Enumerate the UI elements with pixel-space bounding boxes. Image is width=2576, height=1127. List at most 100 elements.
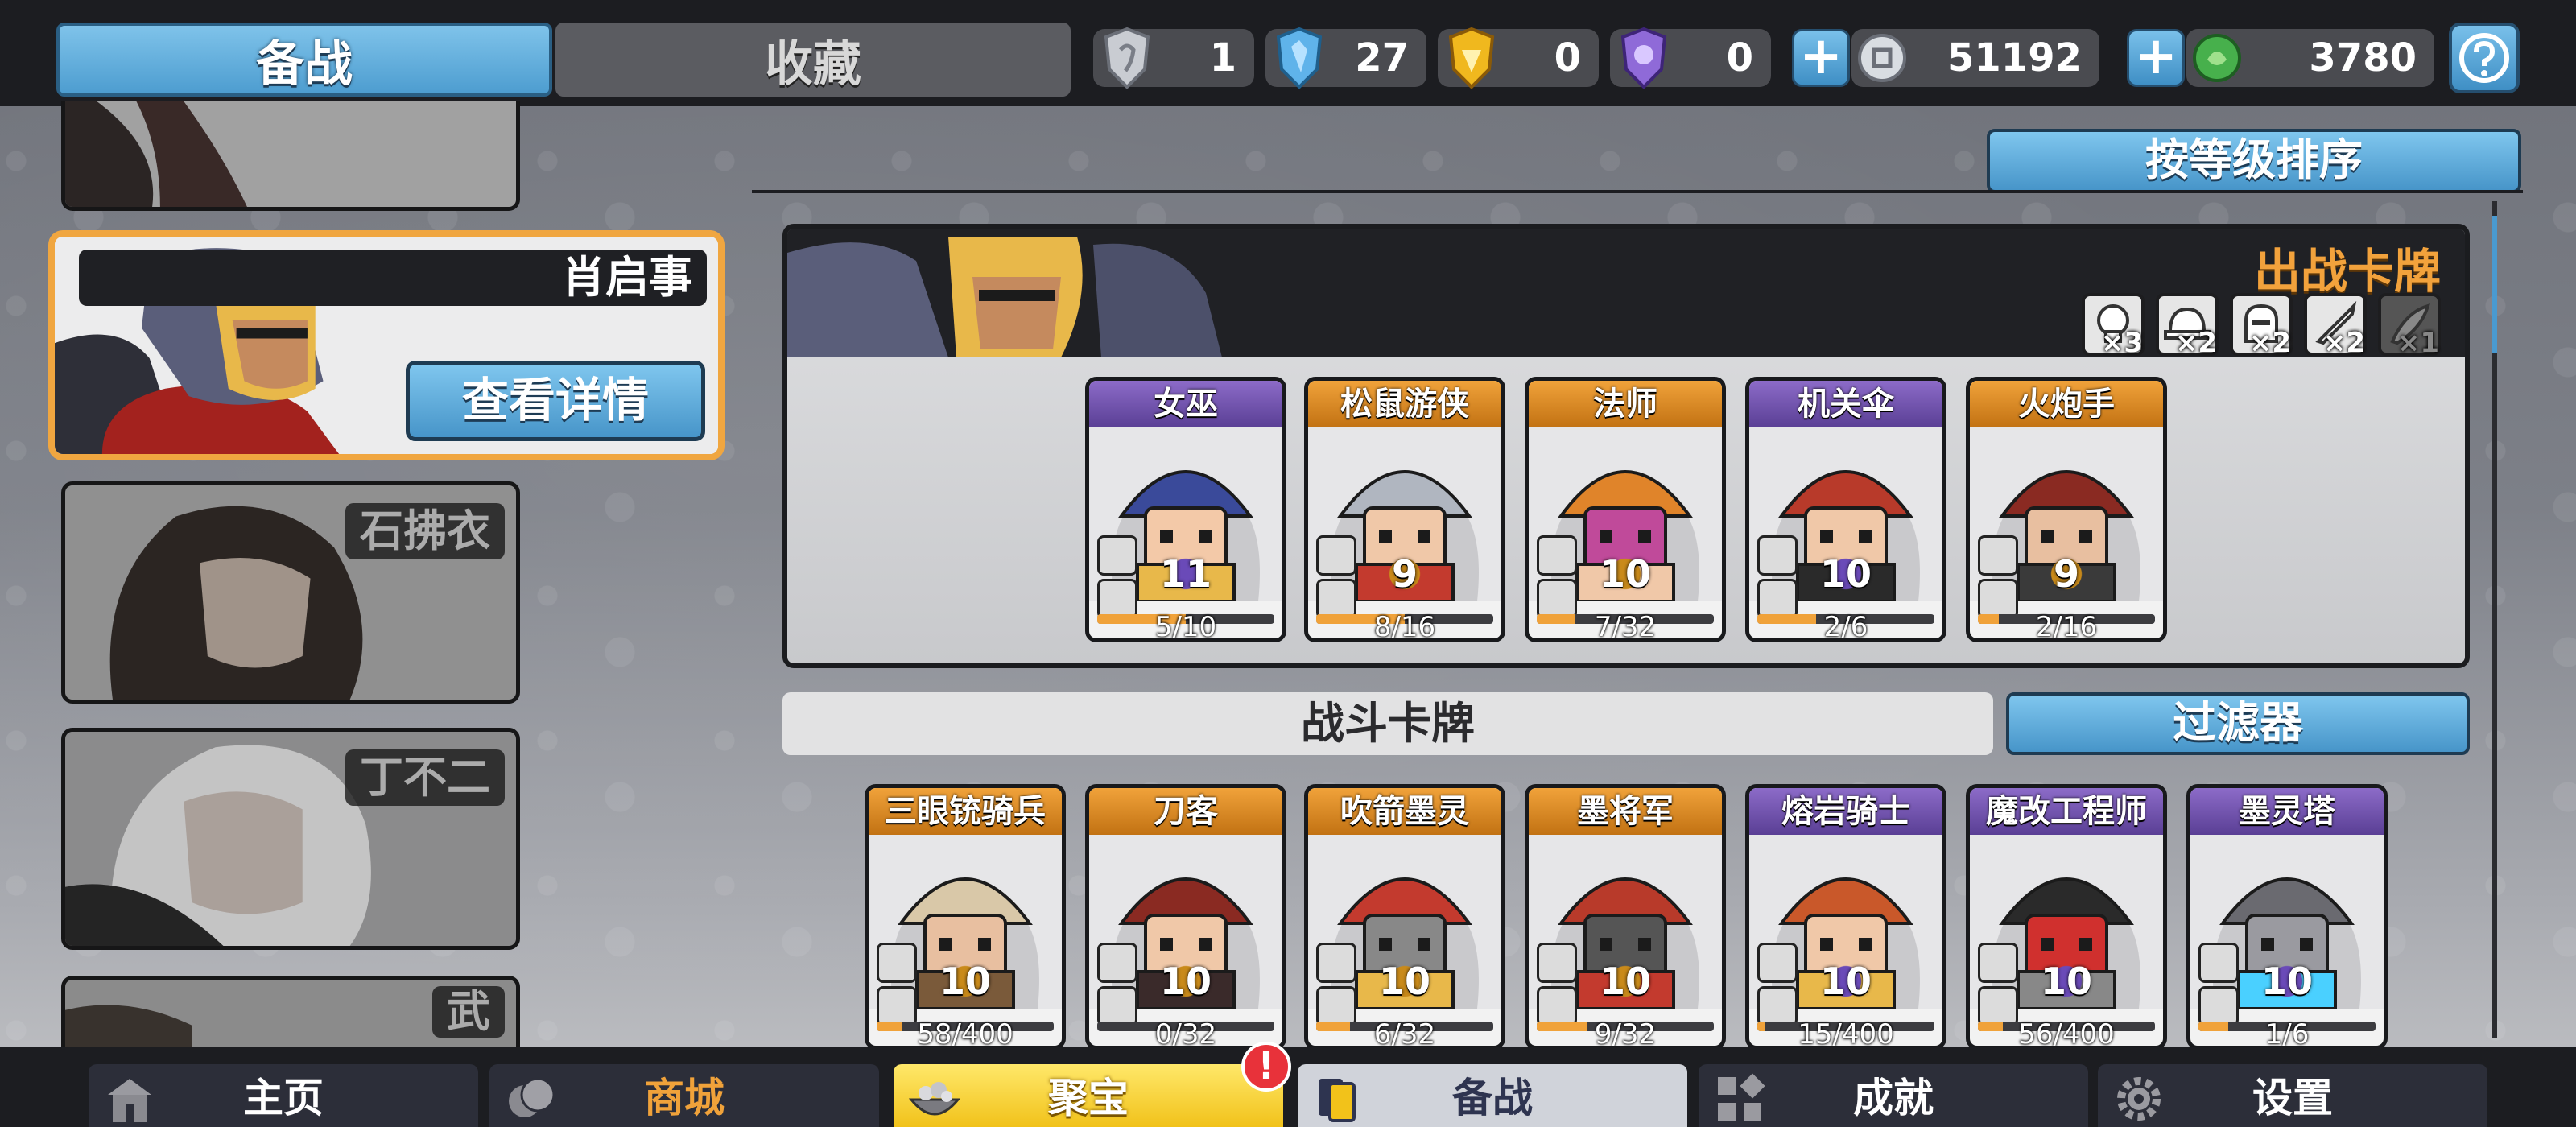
wing-icon: ×1 bbox=[2378, 293, 2441, 359]
add-gems-button[interactable]: + bbox=[2127, 29, 2185, 87]
unit-card-count: 5/10 bbox=[1154, 611, 1217, 642]
type-count: ×1 bbox=[2396, 327, 2439, 359]
unit-name: 法师 bbox=[1529, 381, 1722, 427]
divider bbox=[752, 190, 2523, 193]
unit-level: 10 bbox=[2255, 959, 2319, 1004]
nav-prepare[interactable]: 备战 bbox=[1298, 1064, 1687, 1127]
nav-home[interactable]: 主页 bbox=[89, 1064, 478, 1127]
filter-button[interactable]: 过滤器 bbox=[2006, 692, 2470, 755]
unit-card[interactable]: 女巫 11 5/10 bbox=[1085, 377, 1286, 642]
hero-card[interactable]: 石拂衣 bbox=[61, 481, 520, 704]
hero-card[interactable]: 武 bbox=[61, 976, 520, 1048]
unit-name: 墨将军 bbox=[1529, 788, 1722, 835]
nav-label: 聚宝 bbox=[1048, 1075, 1129, 1121]
unit-card[interactable]: 吹箭墨灵 10 6/32 bbox=[1304, 784, 1505, 1050]
hero-name: 肖启事 bbox=[79, 250, 707, 306]
knight-helmet-icon: ×2 bbox=[2230, 293, 2293, 359]
notification-badge: ! bbox=[1241, 1042, 1291, 1092]
helmet-icon: ×2 bbox=[2156, 293, 2219, 359]
unit-name: 墨灵塔 bbox=[2190, 788, 2384, 835]
tab-prepare[interactable]: 备战 bbox=[56, 23, 552, 97]
unit-card[interactable]: 墨灵塔 10 1/6 bbox=[2186, 784, 2388, 1050]
unit-type-icon bbox=[1537, 535, 1577, 576]
resource-blue-shield: 27 bbox=[1265, 27, 1426, 89]
view-details-button[interactable]: 查看详情 bbox=[406, 361, 705, 441]
unit-name: 女巫 bbox=[1089, 381, 1282, 427]
type-count: ×2 bbox=[2322, 327, 2365, 359]
scrollbar-thumb[interactable] bbox=[2492, 216, 2497, 353]
resource-value: 27 bbox=[1355, 35, 1409, 80]
top-bar: 备战 收藏 1 27 0 0 + 51192 + 3780 bbox=[0, 0, 2576, 106]
unit-name: 三眼铳骑兵 bbox=[869, 788, 1062, 835]
nav-treasure[interactable]: 聚宝 bbox=[894, 1064, 1283, 1127]
sword-icon: ×2 bbox=[2304, 293, 2367, 359]
unit-level: 11 bbox=[1154, 551, 1218, 597]
unit-card[interactable]: 熔岩骑士 10 15/400 bbox=[1745, 784, 1946, 1050]
resource-value: 0 bbox=[1554, 35, 1581, 80]
unit-type-icon bbox=[1978, 943, 2018, 983]
unit-card-count: 56/400 bbox=[2018, 1018, 2115, 1050]
add-coins-button[interactable]: + bbox=[1792, 29, 1850, 87]
unit-name: 熔岩骑士 bbox=[1749, 788, 1942, 835]
resource-value: 0 bbox=[1726, 35, 1753, 80]
unit-name: 刀客 bbox=[1089, 788, 1282, 835]
unit-card[interactable]: 法师 10 7/32 bbox=[1525, 377, 1726, 642]
unit-type-icon bbox=[2198, 943, 2239, 983]
resource-coins: 51192 bbox=[1852, 29, 2099, 87]
nav-shop[interactable]: 商城 bbox=[489, 1064, 879, 1127]
type-count-row: ×3 ×2 ×2 ×2 ×1 bbox=[2082, 293, 2441, 359]
unit-card[interactable]: 魔改工程师 10 56/400 bbox=[1966, 784, 2167, 1050]
temple-icon bbox=[108, 1079, 151, 1122]
battle-deck-title: 出战卡牌 bbox=[2253, 244, 2441, 299]
hero-card[interactable]: 丁不二 bbox=[61, 728, 520, 950]
unit-level: 10 bbox=[1593, 959, 1657, 1004]
gold-shield-icon bbox=[1448, 27, 1495, 89]
nav-achievements[interactable]: 成就 bbox=[1699, 1064, 2088, 1127]
help-button[interactable] bbox=[2449, 23, 2520, 93]
nav-label: 备战 bbox=[1452, 1075, 1533, 1121]
coins-icon bbox=[509, 1077, 555, 1117]
unit-type-icon bbox=[1757, 535, 1798, 576]
sort-by-level-button[interactable]: 按等级排序 bbox=[1987, 129, 2521, 193]
nav-settings[interactable]: 设置 bbox=[2098, 1064, 2487, 1127]
unit-type-icon bbox=[1316, 535, 1356, 576]
treasure-bowl-icon bbox=[908, 1082, 961, 1116]
unit-card-count: 2/6 bbox=[1823, 611, 1868, 642]
unit-card[interactable]: 机关伞 10 2/6 bbox=[1745, 377, 1946, 642]
nav-label: 商城 bbox=[644, 1075, 724, 1121]
nav-label: 主页 bbox=[243, 1075, 324, 1121]
unit-level: 10 bbox=[1593, 551, 1657, 597]
unit-card[interactable]: 墨将军 10 9/32 bbox=[1525, 784, 1726, 1050]
blue-crystal-shield-icon bbox=[1276, 27, 1323, 89]
gear-icon bbox=[2117, 1077, 2161, 1121]
hero-card-selected[interactable]: 肖启事 查看详情 bbox=[48, 230, 724, 460]
unit-level: 10 bbox=[1814, 959, 1878, 1004]
unit-type-icon bbox=[877, 943, 917, 983]
unit-card[interactable]: 三眼铳骑兵 10 58/400 bbox=[865, 784, 1066, 1050]
resource-gems: 3780 bbox=[2186, 29, 2434, 87]
resource-silver-shield: 1 bbox=[1093, 27, 1254, 89]
resource-gold-shield: 0 bbox=[1438, 27, 1599, 89]
unit-card[interactable]: 火炮手 9 2/16 bbox=[1966, 377, 2167, 642]
battle-deck-header: 出战卡牌 ×3 ×2 ×2 ×2 ×1 bbox=[787, 229, 2465, 359]
type-count: ×2 bbox=[2248, 327, 2291, 359]
unit-level: 9 bbox=[1373, 551, 1437, 597]
unit-name: 松鼠游侠 bbox=[1308, 381, 1501, 427]
tab-collection[interactable]: 收藏 bbox=[555, 23, 1071, 97]
resource-purple-shield: 0 bbox=[1610, 27, 1771, 89]
unit-card[interactable]: 松鼠游侠 9 8/16 bbox=[1304, 377, 1505, 642]
type-count: ×2 bbox=[2174, 327, 2217, 359]
unit-card-count: 7/32 bbox=[1594, 611, 1657, 642]
skull-icon: ×3 bbox=[2082, 293, 2145, 359]
unit-type-icon bbox=[1978, 535, 2018, 576]
hero-card[interactable] bbox=[61, 101, 520, 211]
fight-cards-title: 战斗卡牌 bbox=[782, 692, 1993, 755]
unit-level: 10 bbox=[1814, 551, 1878, 597]
unit-card[interactable]: 刀客 10 0/32 bbox=[1085, 784, 1286, 1050]
unit-type-icon bbox=[1097, 943, 1137, 983]
unit-level: 10 bbox=[1154, 959, 1218, 1004]
unit-type-icon bbox=[1316, 943, 1356, 983]
unit-card-count: 1/6 bbox=[2264, 1018, 2310, 1050]
resource-value: 3780 bbox=[2309, 35, 2417, 80]
unit-level: 9 bbox=[2034, 551, 2099, 597]
